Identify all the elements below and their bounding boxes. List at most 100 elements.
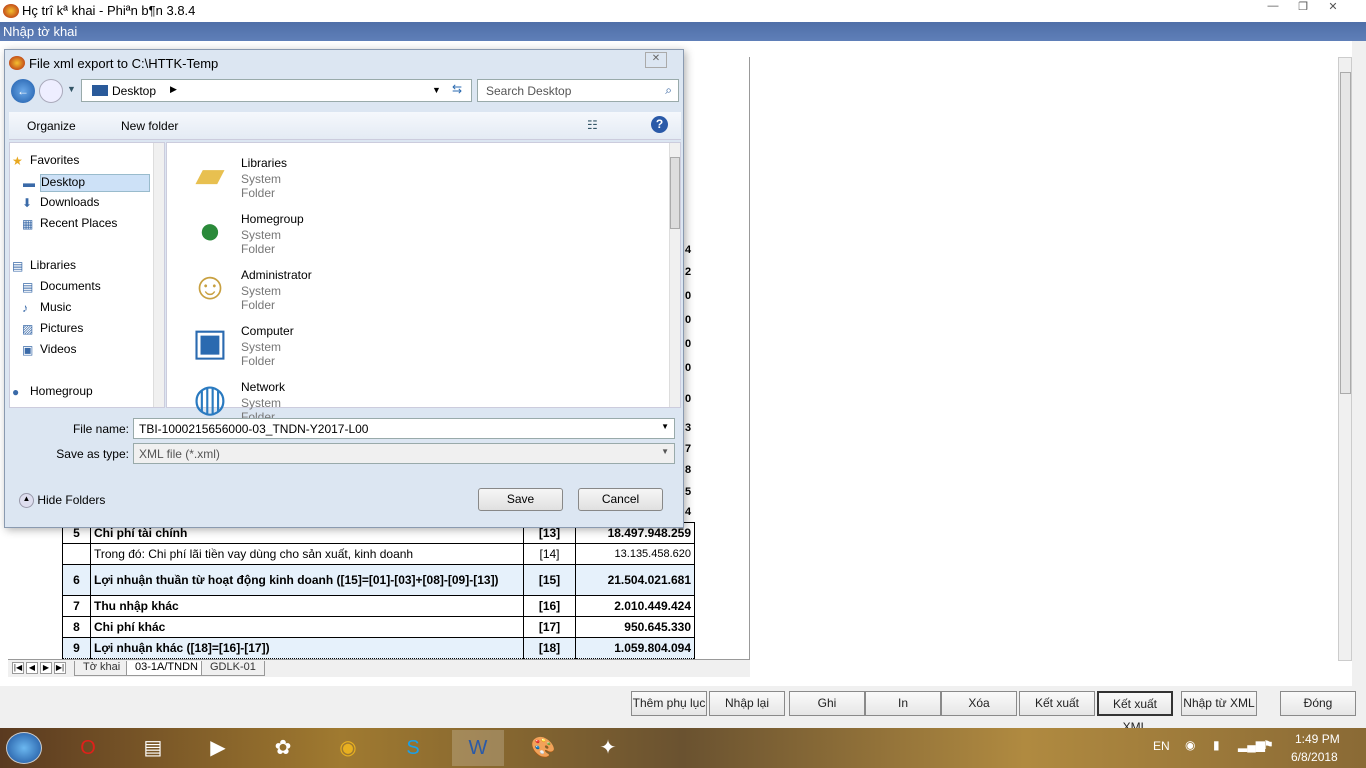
table-value-fragment: 0 (685, 362, 692, 374)
prev-sheet-button[interactable]: ◀ (26, 662, 38, 674)
file-list-scrollbar[interactable] (669, 143, 680, 407)
app-icon[interactable]: ✿ (257, 730, 309, 766)
action-button[interactable]: Xóa (941, 691, 1017, 716)
row-number: 6 (62, 564, 91, 596)
app-icon (3, 4, 19, 18)
action-button[interactable]: In (865, 691, 941, 716)
htkk-icon[interactable]: ✦ (582, 730, 634, 766)
nav-item-music[interactable]: ♪ Music (22, 300, 71, 318)
nav-item-favorites[interactable]: ★ Favorites (12, 153, 80, 171)
row-code: [18] (523, 637, 576, 659)
clock-date[interactable]: 6/8/2018 (1291, 750, 1338, 764)
back-button[interactable]: ← (11, 79, 35, 103)
search-icon[interactable]: ⌕ (665, 83, 672, 98)
address-bar[interactable]: Desktop ▶ ▼ ⇆ (81, 79, 472, 102)
network-icon: ◍ (193, 378, 227, 420)
word-icon[interactable]: W (452, 730, 504, 766)
last-sheet-button[interactable]: ▶| (54, 662, 66, 674)
sheet-tab[interactable]: GDLK-01 (201, 661, 265, 676)
organize-button[interactable]: Organize (27, 119, 76, 133)
file-item-type: System Folder (241, 340, 282, 368)
forward-button[interactable] (39, 79, 63, 103)
row-value[interactable]: 1.059.804.094 (575, 637, 695, 659)
save-type-select[interactable]: XML file (*.xml) ▼ (133, 443, 675, 464)
table-value-fragment: 8 (685, 464, 692, 476)
nav-item-pictures[interactable]: ▨ Pictures (22, 321, 83, 339)
table-value-fragment: 0 (685, 338, 692, 350)
hide-folders-label: Hide Folders (37, 493, 106, 507)
action-button[interactable]: Kết xuất XML (1097, 691, 1173, 734)
table-row: 7 Thu nhập khác [16] 2.010.449.424 (62, 595, 695, 617)
refresh-icon[interactable]: ⇆ (452, 82, 462, 96)
view-options-icon[interactable]: ☷ (587, 118, 598, 132)
scroll-thumb[interactable] (1340, 72, 1351, 394)
minimize-button[interactable]: — (1260, 0, 1286, 16)
cancel-button[interactable]: Cancel (578, 488, 663, 511)
chevron-down-icon[interactable]: ▼ (661, 422, 669, 431)
search-input[interactable]: Search Desktop ⌕ (477, 79, 679, 102)
opera-icon[interactable]: O (62, 730, 114, 766)
action-button[interactable]: Đóng (1280, 691, 1356, 716)
help-icon[interactable]: ? (651, 116, 668, 133)
action-button[interactable]: Thêm phụ lục (631, 691, 707, 716)
table-value-fragment: 0 (685, 290, 692, 302)
power-icon[interactable]: ▮ (1213, 738, 1220, 752)
row-value[interactable]: 13.135.458.620 (575, 543, 695, 565)
nav-item-homegroup[interactable]: ● Homegroup (12, 384, 93, 402)
breadcrumb-arrow-icon[interactable]: ▶ (170, 84, 177, 95)
close-button[interactable]: ✕ (1320, 0, 1346, 16)
paint-icon[interactable]: 🎨 (517, 730, 569, 766)
next-sheet-button[interactable]: ▶ (40, 662, 52, 674)
file-explorer-icon[interactable]: ▤ (127, 730, 179, 766)
dialog-close-button[interactable]: ✕ (645, 52, 667, 68)
save-button[interactable]: Save (478, 488, 563, 511)
nav-item-libraries[interactable]: ▤ Libraries (12, 258, 76, 276)
form-title: Nhập tờ khai (0, 22, 1366, 41)
tray-toggle-icon[interactable]: ◉ (1185, 738, 1195, 752)
scroll-thumb[interactable] (670, 157, 680, 229)
file-name-input[interactable]: TBI-1000215656000-03_TNDN-Y2017-L00 ▼ (133, 418, 675, 439)
action-button[interactable]: Ghi (789, 691, 865, 716)
row-number: 8 (62, 616, 91, 638)
nav-item-recent-places[interactable]: ▦ Recent Places (22, 216, 117, 234)
first-sheet-button[interactable]: |◀ (12, 662, 24, 674)
row-value[interactable]: 950.645.330 (575, 616, 695, 638)
skype-icon[interactable]: S (387, 730, 439, 766)
row-label: Lợi nhuận khác ([18]=[16]-[17]) (90, 637, 524, 659)
clock-time[interactable]: 1:49 PM (1295, 732, 1340, 746)
chrome-icon[interactable]: ◉ (322, 730, 374, 766)
nav-label: Downloads (40, 195, 100, 209)
history-dropdown-icon[interactable]: ▼ (67, 84, 76, 94)
action-bar: Thêm phụ lục Nhập lại Ghi In Xóa Kết xuất Kết … (0, 686, 1366, 734)
language-indicator[interactable]: EN (1153, 739, 1170, 753)
file-name-label: File name: (72, 422, 129, 436)
start-button[interactable] (6, 732, 42, 764)
hide-folders-button[interactable]: ▲ Hide Folders (19, 493, 106, 509)
table-value-fragment: 4 (685, 506, 692, 518)
row-value[interactable]: 2.010.449.424 (575, 595, 695, 617)
nav-item-videos[interactable]: ▣ Videos (22, 342, 76, 360)
vertical-scrollbar[interactable] (1338, 57, 1352, 661)
nav-item-documents[interactable]: ▤ Documents (22, 279, 101, 297)
search-placeholder: Search Desktop (486, 84, 572, 98)
user-folder-icon: ☺ (190, 266, 230, 308)
sheet-tab[interactable]: Tờ khai (74, 661, 130, 676)
new-folder-button[interactable]: New folder (121, 119, 178, 133)
action-center-icon[interactable]: ⚑ (1263, 738, 1274, 752)
address-dropdown-icon[interactable]: ▼ (432, 85, 441, 95)
table-row: 9 Lợi nhuận khác ([18]=[16]-[17]) [18] 1.05… (62, 637, 695, 659)
row-value[interactable]: 21.504.021.681 (575, 564, 695, 596)
chevron-up-icon: ▲ (19, 493, 34, 509)
media-player-icon[interactable]: ▶ (192, 730, 244, 766)
chevron-down-icon[interactable]: ▼ (661, 447, 669, 456)
sheet-tab-active[interactable]: 03-1A/TNDN (126, 661, 207, 676)
action-button[interactable]: Nhập lại (709, 691, 785, 716)
action-button[interactable]: Nhập từ XML (1181, 691, 1257, 716)
signal-icon[interactable]: ▂▄▆ (1238, 738, 1265, 752)
action-button[interactable]: Kết xuất (1019, 691, 1095, 716)
nav-label: Favorites (30, 153, 80, 167)
nav-scrollbar[interactable] (153, 143, 164, 407)
nav-item-downloads[interactable]: ⬇ Downloads (22, 195, 100, 213)
maximize-button[interactable]: ❐ (1290, 0, 1316, 16)
nav-item-desktop[interactable]: ▬ Desktop (23, 174, 150, 192)
